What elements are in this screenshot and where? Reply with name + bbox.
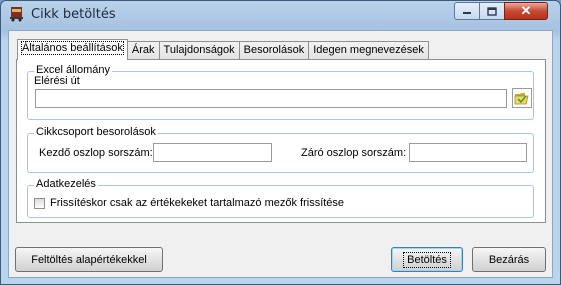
tab-panel-general: Excel állomány Elérési út Cikkcsoport be… bbox=[16, 59, 546, 223]
end-column-label: Záró oszlop sorszám: bbox=[301, 147, 407, 159]
close-window-button[interactable]: ✕ bbox=[504, 2, 548, 20]
app-icon bbox=[10, 7, 23, 22]
tab-general-settings[interactable]: Általános beállítások bbox=[17, 39, 128, 60]
data-handling-legend: Adatkezelés bbox=[34, 178, 98, 190]
refresh-values-only-label[interactable]: Frissítéskor csak az értékekeket tartalm… bbox=[50, 197, 344, 209]
tab-prices[interactable]: Árak bbox=[127, 41, 160, 60]
item-group-classification-group: Cikkcsoport besorolások Kezdő oszlop sor… bbox=[27, 126, 534, 173]
close-button[interactable]: Bezárás bbox=[472, 247, 546, 272]
end-column-input[interactable] bbox=[409, 143, 527, 162]
excel-file-group: Excel állomány Elérési út bbox=[27, 64, 534, 120]
maximize-button[interactable] bbox=[479, 2, 505, 20]
browse-file-button[interactable] bbox=[512, 88, 532, 108]
maximize-icon bbox=[487, 6, 497, 16]
path-label: Elérési út bbox=[34, 75, 80, 87]
minimize-icon bbox=[463, 12, 471, 14]
close-icon: ✕ bbox=[520, 3, 532, 18]
window-title: Cikk betöltés bbox=[31, 7, 116, 22]
load-button[interactable]: Betöltés bbox=[391, 247, 463, 272]
minimize-button[interactable] bbox=[454, 2, 480, 20]
dialog-client-area: Általános beállítások Árak Tulajdonságok… bbox=[8, 30, 553, 278]
tab-strip: Általános beállítások Árak Tulajdonságok… bbox=[17, 39, 429, 60]
classification-group-legend: Cikkcsoport besorolások bbox=[34, 126, 158, 138]
title-bar[interactable]: Cikk betöltés ✕ bbox=[1, 1, 560, 29]
tab-classifications[interactable]: Besorolások bbox=[239, 41, 310, 60]
file-path-input[interactable] bbox=[35, 89, 507, 108]
refresh-values-only-checkbox[interactable] bbox=[34, 198, 45, 209]
dialog-window: Cikk betöltés ✕ Általános beállítások Ár… bbox=[0, 0, 561, 285]
tab-properties[interactable]: Tulajdonságok bbox=[159, 41, 240, 60]
data-handling-group: Adatkezelés Frissítéskor csak az értékek… bbox=[27, 178, 534, 218]
fill-defaults-button[interactable]: Feltöltés alapértékekkel bbox=[15, 247, 163, 272]
folder-open-icon bbox=[514, 93, 529, 105]
start-column-input[interactable] bbox=[153, 143, 272, 162]
tab-foreign-names[interactable]: Idegen megnevezések bbox=[309, 41, 429, 60]
start-column-label: Kezdő oszlop sorszám: bbox=[39, 147, 153, 159]
